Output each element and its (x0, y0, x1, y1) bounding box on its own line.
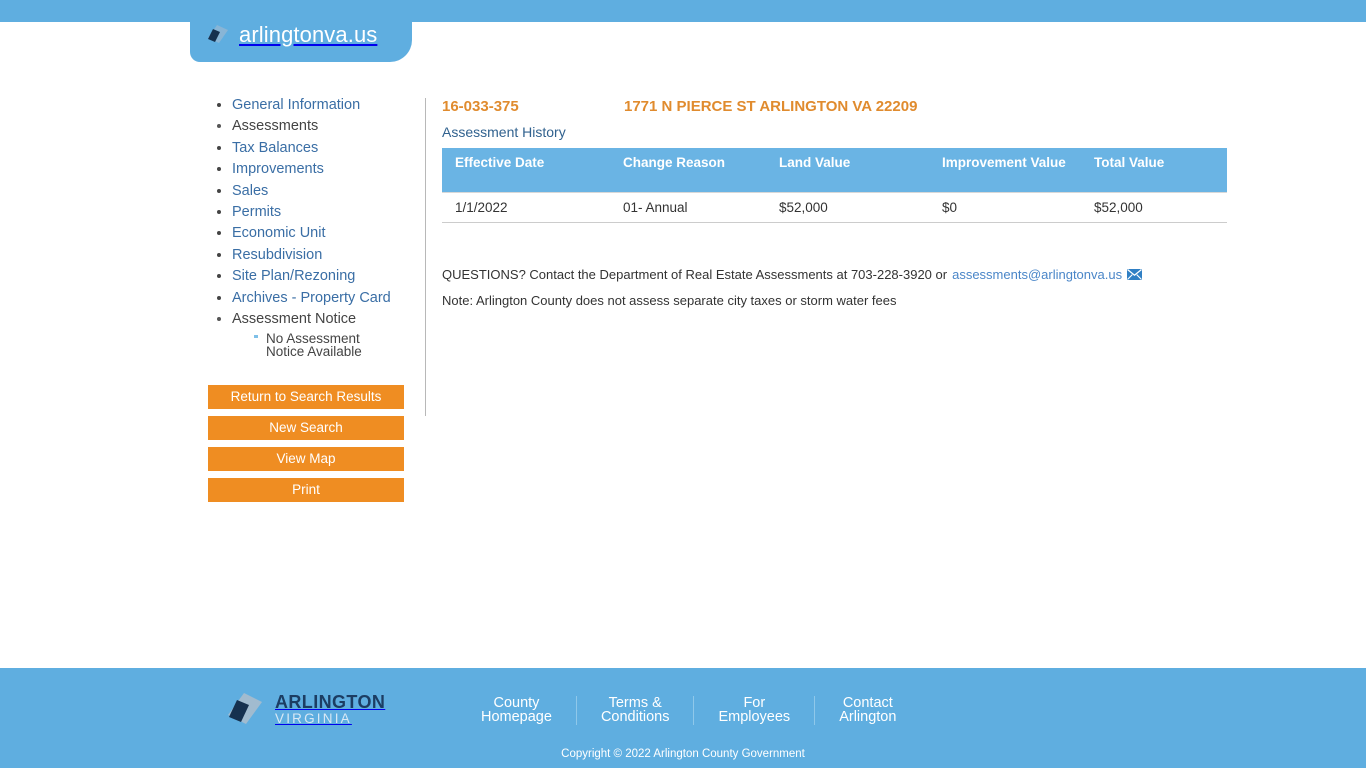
property-address: 1771 N PIERCE ST ARLINGTON VA 22209 (624, 98, 918, 115)
assessment-history-table: Effective Date Change Reason Land Value … (442, 148, 1227, 223)
footer-link-terms-conditions[interactable]: Terms & Conditions (577, 695, 695, 725)
sidebar-label-assessments: Assessments (232, 118, 319, 135)
return-to-search-results-button[interactable]: Return to Search Results (208, 385, 404, 409)
sidebar-link-archives-property-card[interactable]: Archives - Property Card (232, 290, 391, 306)
footer-logo-title: ARLINGTON (275, 692, 386, 713)
footer-link-county-homepage[interactable]: County Homepage (457, 695, 577, 725)
record-header: 16-033-375 1771 N PIERCE ST ARLINGTON VA… (442, 98, 1202, 120)
record-id: 16-033-375 (442, 98, 519, 115)
sidebar-list: General Information Assessments Tax Bala… (208, 98, 424, 359)
copyright-text: Copyright © 2022 Arlington County Govern… (561, 748, 805, 760)
sidebar-link-permits[interactable]: Permits (232, 204, 281, 220)
sidebar-item-sales[interactable]: Sales (232, 183, 424, 199)
table-body: 1/1/2022 01- Annual $52,000 $0 $52,000 (442, 192, 1227, 223)
cell-land-value: $52,000 (766, 192, 929, 223)
print-button[interactable]: Print (208, 478, 404, 502)
cell-improvement-value: $0 (929, 192, 1081, 223)
sidebar-item-improvements[interactable]: Improvements (232, 162, 424, 177)
cell-change-reason: 01- Annual (610, 192, 766, 223)
sidebar-action-buttons: Return to Search Results New Search View… (208, 385, 404, 509)
site-logo-link[interactable]: arlingtonva.us (206, 22, 377, 48)
footer-logo-link[interactable]: ARLINGTON VIRGINIA (225, 690, 457, 730)
column-header-change-reason: Change Reason (610, 148, 766, 193)
header-notch-left (0, 22, 190, 70)
footer-logo-subtitle: VIRGINIA (275, 711, 352, 727)
sidebar-item-archives-property-card[interactable]: Archives - Property Card (232, 290, 424, 306)
footer-link-for-employees[interactable]: For Employees (694, 695, 816, 725)
table-header-row: Effective Date Change Reason Land Value … (442, 148, 1227, 193)
questions-text: QUESTIONS? Contact the Department of Rea… (442, 267, 948, 282)
page-content: General Information Assessments Tax Bala… (0, 70, 1366, 668)
sidebar-item-assessment-notice[interactable]: Assessment Notice No Assessment Notice A… (232, 310, 424, 359)
table-row: 1/1/2022 01- Annual $52,000 $0 $52,000 (442, 192, 1227, 223)
footer-logo-words: ARLINGTON VIRGINIA (275, 693, 385, 726)
footer-inner: ARLINGTON VIRGINIA County Homepage Terms… (225, 690, 920, 730)
content-divider (425, 98, 426, 416)
assessments-email-link[interactable]: assessments@arlingtonva.us (952, 267, 1122, 282)
sidebar-nav: General Information Assessments Tax Bala… (208, 98, 424, 365)
table-header: Effective Date Change Reason Land Value … (442, 148, 1227, 193)
footer-link-contact-arlington[interactable]: Contact Arlington (815, 695, 920, 725)
sidebar-item-economic-unit[interactable]: Economic Unit (232, 226, 424, 241)
site-footer: ARLINGTON VIRGINIA County Homepage Terms… (0, 668, 1366, 768)
envelope-icon[interactable] (1127, 268, 1143, 280)
sidebar-link-improvements[interactable]: Improvements (232, 161, 324, 177)
section-title-assessment-history: Assessment History (442, 124, 566, 140)
sidebar-link-resubdivision[interactable]: Resubdivision (232, 247, 322, 263)
notes-section: QUESTIONS? Contact the Department of Rea… (442, 267, 1202, 308)
column-header-total-value: Total Value (1081, 148, 1227, 193)
site-brand-text: arlingtonva.us (239, 22, 378, 47)
main-panel: 16-033-375 1771 N PIERCE ST ARLINGTON VA… (442, 98, 1227, 319)
sidebar-link-general-information[interactable]: General Information (232, 97, 360, 113)
sidebar-item-tax-balances[interactable]: Tax Balances (232, 140, 424, 156)
sidebar-item-assessments[interactable]: Assessments (232, 119, 424, 134)
arlington-diamond-logo-icon (225, 690, 265, 730)
sidebar-link-sales[interactable]: Sales (232, 183, 268, 199)
sidebar-item-site-plan-rezoning[interactable]: Site Plan/Rezoning (232, 269, 424, 284)
sidebar-link-tax-balances[interactable]: Tax Balances (232, 140, 318, 156)
arlington-diamond-logo-icon (206, 23, 230, 47)
sidebar-link-economic-unit[interactable]: Economic Unit (232, 225, 325, 241)
sidebar-link-site-plan-rezoning[interactable]: Site Plan/Rezoning (232, 268, 355, 284)
sidebar-item-resubdivision[interactable]: Resubdivision (232, 247, 424, 263)
sidebar-item-general-information[interactable]: General Information (232, 98, 424, 113)
view-map-button[interactable]: View Map (208, 447, 404, 471)
column-header-effective-date: Effective Date (442, 148, 610, 193)
sidebar-subitem-no-assessment-notice: No Assessment Notice Available (254, 332, 394, 359)
new-search-button[interactable]: New Search (208, 416, 404, 440)
questions-note: QUESTIONS? Contact the Department of Rea… (442, 267, 1202, 282)
disclaimer-note: Note: Arlington County does not assess s… (442, 293, 897, 308)
cell-effective-date: 1/1/2022 (442, 192, 610, 223)
column-header-land-value: Land Value (766, 148, 929, 193)
sidebar-item-permits[interactable]: Permits (232, 204, 424, 220)
site-header: arlingtonva.us (0, 0, 1366, 70)
cell-total-value: $52,000 (1081, 192, 1227, 223)
sidebar-sublist: No Assessment Notice Available (232, 332, 424, 359)
sidebar-label-assessment-notice: Assessment Notice (232, 310, 357, 327)
header-notch-right (412, 22, 1366, 70)
column-header-improvement-value: Improvement Value (929, 148, 1081, 193)
footer-nav: County Homepage Terms & Conditions For E… (457, 695, 920, 725)
